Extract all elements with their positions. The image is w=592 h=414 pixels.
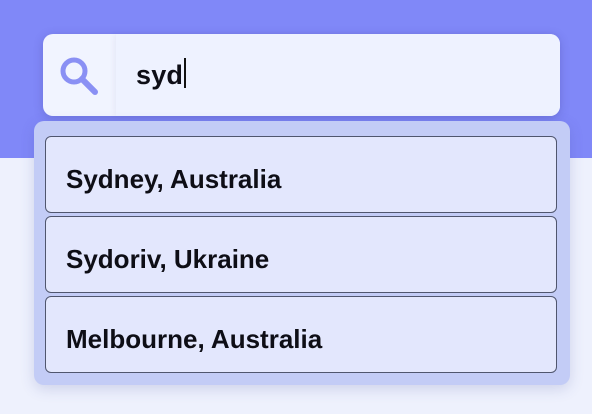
search-input-value: syd [136,59,184,90]
suggestion-item[interactable]: Sydoriv, Ukraine [45,216,557,293]
suggestion-item[interactable]: Sydney, Australia [45,136,557,213]
search-input[interactable]: syd [116,34,560,116]
text-caret [184,58,187,88]
search-bar: syd [43,34,560,116]
suggestion-item[interactable]: Melbourne, Australia [45,296,557,373]
search-icon[interactable] [57,54,101,98]
suggestions-dropdown: Sydney, Australia Sydoriv, Ukraine Melbo… [34,121,570,385]
